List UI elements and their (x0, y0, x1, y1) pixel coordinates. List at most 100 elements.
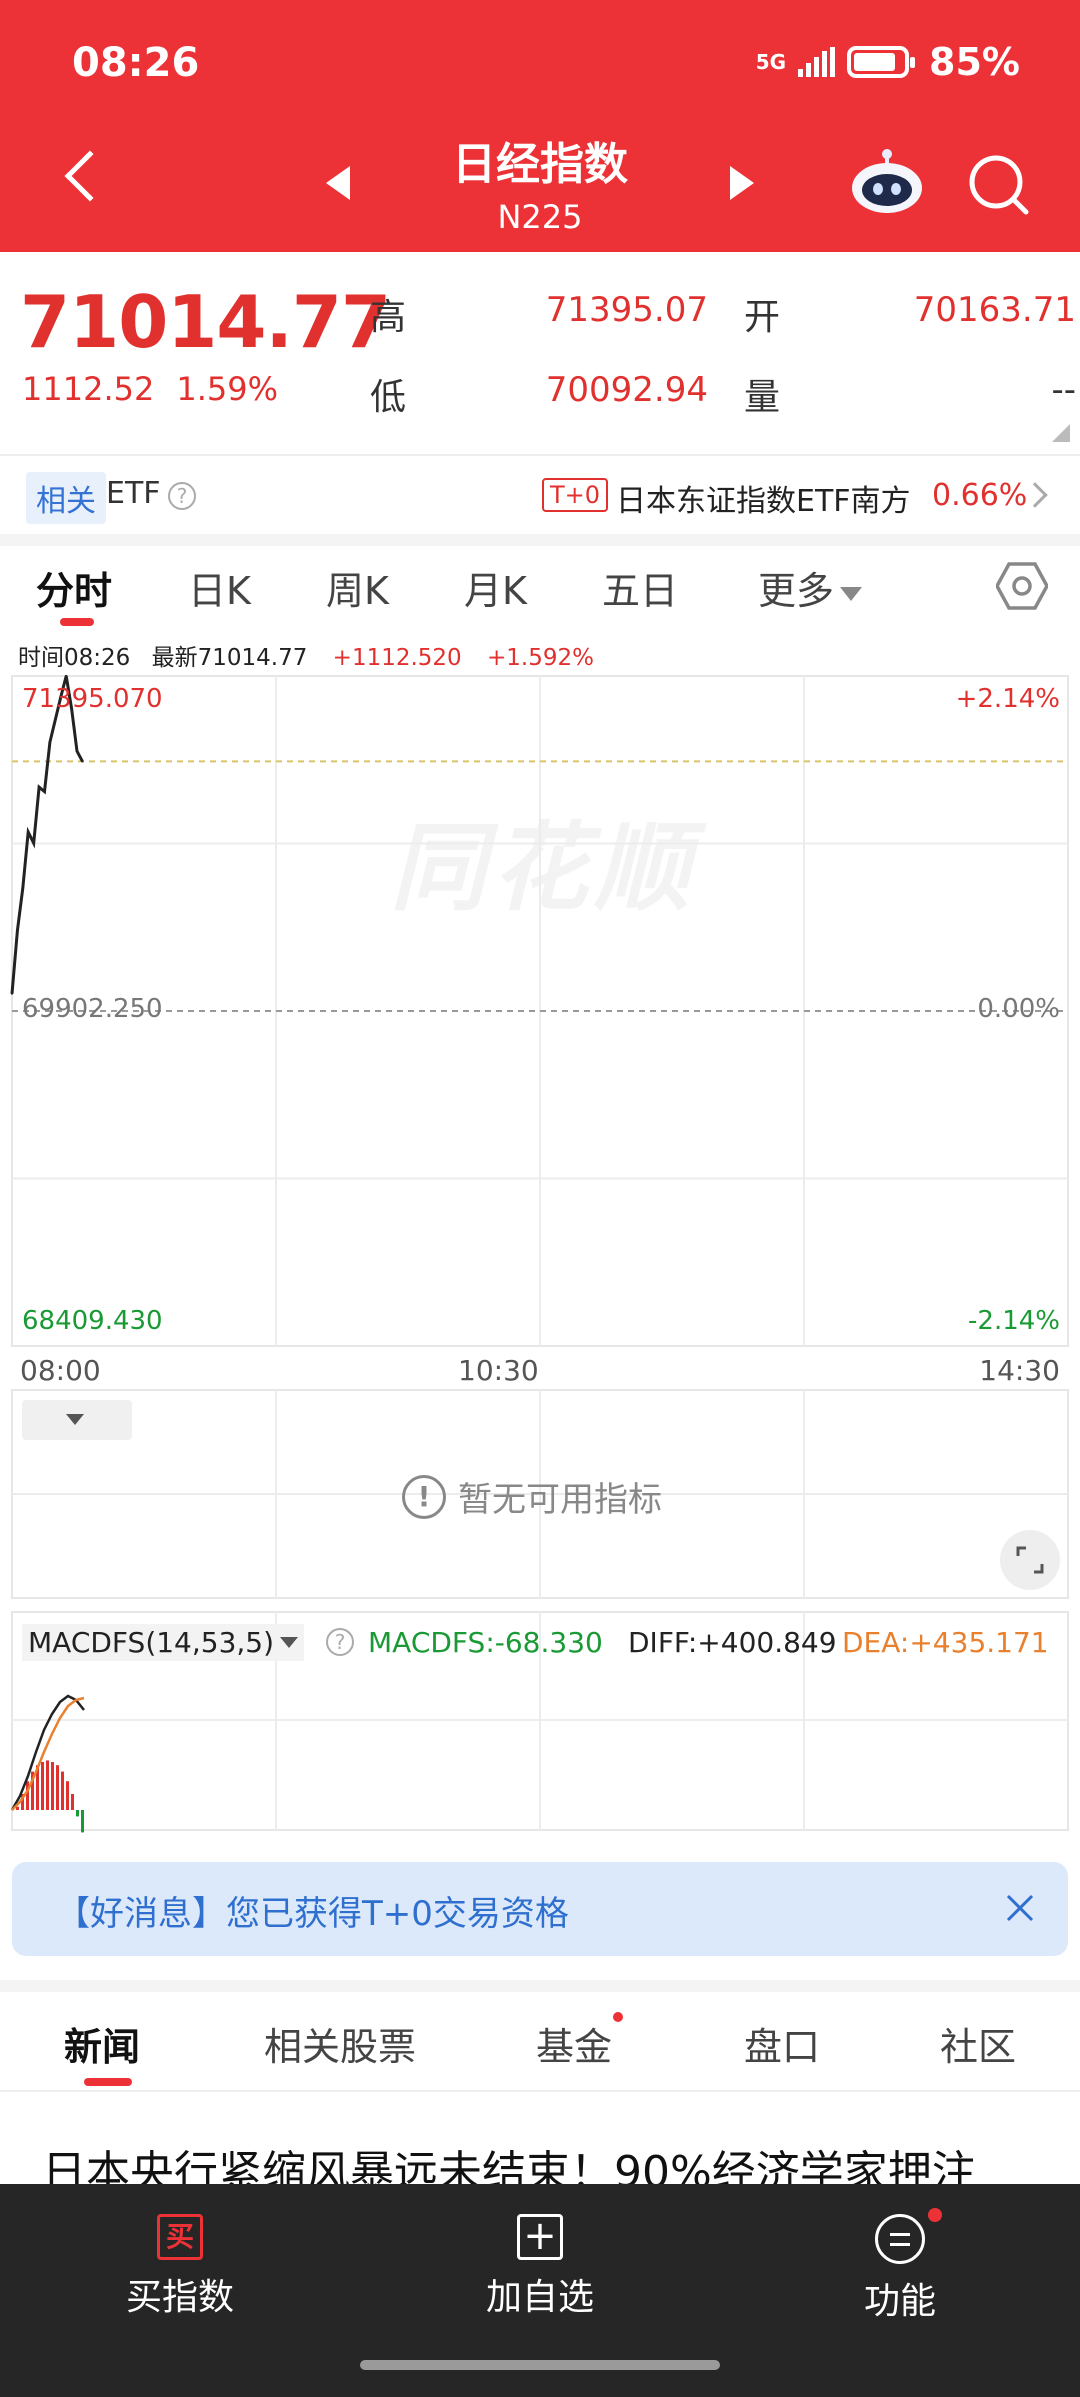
tab-monthly-k[interactable]: 月K (464, 560, 527, 615)
search-icon[interactable] (966, 152, 1032, 218)
tab-five-day[interactable]: 五日 (602, 560, 678, 615)
price-change: 1112.52 1.59% (22, 370, 278, 408)
bottom-action-bar: 买 买指数 + 加自选 功能 (0, 2184, 1080, 2397)
price-point (16, 929, 19, 932)
macd-bar (56, 1765, 59, 1810)
tab-weekly-k[interactable]: 周K (326, 560, 389, 615)
banner-text: 【好消息】您已获得T+0交易资格 (56, 1894, 569, 1934)
chevron-down-icon (840, 586, 863, 601)
tab-intraday[interactable]: 分时 (36, 560, 112, 615)
exclamation-icon: ! (402, 1474, 446, 1519)
add-watchlist-button[interactable]: + 加自选 (440, 2214, 640, 2320)
t0-tag: T+0 (542, 478, 609, 512)
last-price: 71014.77 (20, 280, 391, 364)
change-value: 1112.52 (22, 370, 155, 408)
low-value: 70092.94 (545, 370, 708, 410)
buy-index-label: 买指数 (125, 2277, 234, 2318)
price-point (37, 785, 41, 789)
fullscreen-icon[interactable] (1000, 1530, 1060, 1590)
price-point (21, 886, 25, 890)
home-indicator[interactable] (360, 2360, 720, 2370)
volume-value: -- (1051, 370, 1076, 410)
chevron-down-icon (280, 1637, 299, 1648)
open-value: 70163.71 (913, 290, 1076, 330)
robot-assistant-icon[interactable] (850, 148, 924, 214)
price-point (27, 830, 30, 834)
tab-order-book[interactable]: 盘口 (744, 2016, 820, 2071)
divider (0, 1980, 1080, 1992)
price-point (54, 718, 57, 721)
no-indicator-text: 暂无可用指标 (458, 1480, 662, 1520)
dea-value: DEA:+435.171 (842, 1626, 1049, 1659)
network-5g-icon: 5G (755, 50, 787, 74)
macd-bar (76, 1810, 79, 1817)
tab-underline (84, 2078, 132, 2086)
macd-selector[interactable]: MACDFS(14,53,5) (22, 1624, 305, 1661)
etf-percent: 0.66% (932, 478, 1028, 513)
price-line (10, 675, 84, 994)
volume-label: 量 (744, 377, 781, 418)
status-time: 08:26 (72, 40, 200, 86)
close-icon[interactable] (1002, 1890, 1038, 1926)
macdfs-value: MACDFS:-68.330 (368, 1626, 603, 1659)
divider (0, 454, 1080, 456)
price-point (32, 841, 35, 845)
notification-dot (928, 2208, 942, 2222)
indicator-selector[interactable] (22, 1400, 132, 1440)
divider (0, 534, 1080, 546)
macd-bar (81, 1810, 84, 1833)
status-indicators: 5G 85% (756, 40, 1020, 84)
y-axis-top-label: 71395.070 (22, 684, 163, 714)
related-tag: 相关 (26, 472, 106, 524)
price-point (48, 741, 52, 744)
signal-icon (798, 47, 836, 77)
notification-dot (613, 2012, 623, 2022)
price-point (43, 790, 46, 793)
y-axis-top-percent: +2.14% (955, 684, 1060, 714)
macd-selector-label: MACDFS(14,53,5) (28, 1626, 275, 1659)
etf-name: 日本东证指数ETF南方 (616, 484, 911, 519)
tab-funds[interactable]: 基金 (536, 2016, 612, 2071)
functions-button[interactable]: 功能 (800, 2214, 1000, 2324)
battery-percent: 85% (929, 40, 1020, 84)
buy-icon: 买 (157, 2214, 203, 2260)
macd-bar (51, 1762, 54, 1810)
next-index-icon[interactable] (730, 166, 754, 200)
plus-icon: + (517, 2214, 563, 2260)
price-point (81, 760, 84, 763)
buy-index-button[interactable]: 买 买指数 (80, 2214, 280, 2320)
settings-icon[interactable] (996, 560, 1048, 612)
price-point (64, 674, 68, 678)
expand-quote-icon[interactable] (1052, 424, 1070, 442)
intraday-chart[interactable] (0, 660, 1080, 1840)
promo-banner[interactable]: 【好消息】您已获得T+0交易资格 (12, 1862, 1068, 1956)
diff-value: DIFF:+400.849 (628, 1626, 837, 1659)
menu-icon (875, 2214, 925, 2264)
battery-level (854, 53, 895, 71)
tab-underline (60, 618, 94, 626)
tab-more[interactable]: 更多 (758, 560, 863, 615)
battery-icon (847, 46, 916, 78)
divider (0, 2090, 1080, 2092)
price-point (75, 749, 79, 753)
x-axis-start-label: 08:00 (20, 1354, 101, 1387)
tab-more-label: 更多 (758, 569, 835, 613)
y-axis-bottom-label: 68409.430 (22, 1306, 163, 1336)
macd-bar (41, 1762, 44, 1810)
y-axis-mid-percent: 0.00% (977, 994, 1060, 1024)
tab-related-stocks[interactable]: 相关股票 (264, 2016, 416, 2071)
tab-community[interactable]: 社区 (940, 2016, 1016, 2071)
low-label: 低 (370, 377, 407, 418)
chevron-down-icon (66, 1414, 84, 1425)
functions-label: 功能 (863, 2281, 936, 2322)
y-axis-bottom-percent: -2.14% (968, 1306, 1060, 1336)
no-indicator-notice: ! 暂无可用指标 (402, 1472, 662, 1521)
app-header: 08:26 5G 85% 日经指数 N225 (0, 0, 1080, 252)
help-icon[interactable]: ? (326, 1628, 354, 1656)
tab-daily-k[interactable]: 日K (188, 560, 251, 615)
add-watchlist-label: 加自选 (485, 2277, 594, 2318)
y-axis-mid-label: 69902.250 (22, 994, 163, 1024)
help-icon[interactable]: ? (168, 482, 196, 510)
tab-news[interactable]: 新闻 (64, 2016, 140, 2071)
price-point (10, 992, 14, 995)
